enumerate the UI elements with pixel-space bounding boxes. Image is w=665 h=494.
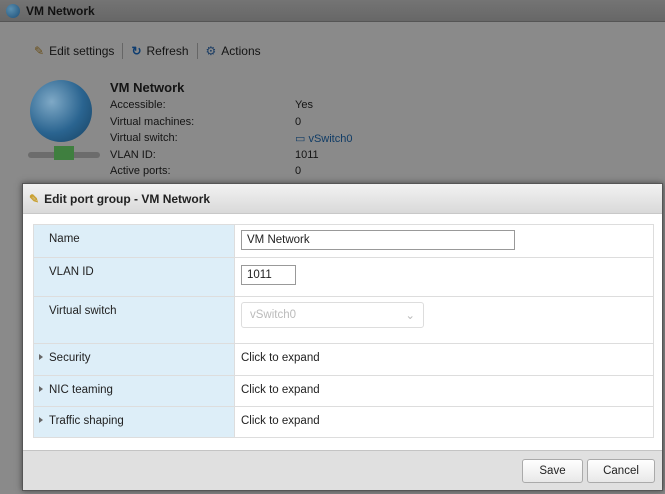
security-row[interactable]: Security Click to expand xyxy=(33,343,654,376)
dialog-header: ✎ Edit port group - VM Network xyxy=(23,184,662,214)
toolbar: ✎ Edit settings ↻ Refresh ⚙ Actions xyxy=(26,43,269,59)
vswitch-row: Virtual switch vSwitch0 ⌄ xyxy=(33,296,654,344)
summary-key: Active ports: xyxy=(110,165,171,178)
name-label: Name xyxy=(33,224,235,258)
summary-row: Virtual machines: 0 xyxy=(110,116,352,133)
summary-row: VLAN ID: 1011 xyxy=(110,149,352,166)
summary-key: Virtual machines: xyxy=(110,115,195,128)
nic-teaming-row[interactable]: NIC teaming Click to expand xyxy=(33,375,654,407)
dialog-title: Edit port group - VM Network xyxy=(44,191,211,206)
name-row: Name VM Network xyxy=(33,224,654,258)
summary-value: 0 xyxy=(295,115,302,128)
network-globe-icon xyxy=(30,80,92,142)
summary-row: Virtual switch: ▭ vSwitch0 xyxy=(110,132,352,149)
summary-key: Virtual switch: xyxy=(110,132,178,145)
save-button[interactable]: Save xyxy=(522,459,583,483)
actions-button[interactable]: ⚙ Actions xyxy=(198,44,269,58)
summary-title: VM Network xyxy=(110,80,185,95)
network-port-icon xyxy=(54,146,74,160)
summary-row: Active ports: 0 xyxy=(110,165,352,182)
section-label: NIC teaming xyxy=(49,384,113,396)
summary-key: VLAN ID: xyxy=(110,148,156,161)
summary-value: 1011 xyxy=(295,148,319,161)
expand-arrow-icon xyxy=(39,417,43,423)
cancel-button[interactable]: Cancel xyxy=(587,459,655,483)
refresh-button[interactable]: ↻ Refresh xyxy=(123,44,196,58)
globe-icon xyxy=(6,3,20,18)
name-input[interactable]: VM Network xyxy=(241,230,515,250)
summary-value: 0 xyxy=(295,165,302,178)
edit-settings-label: Edit settings xyxy=(49,44,115,58)
pencil-icon: ✎ xyxy=(34,44,45,58)
summary-row: Accessible: Yes xyxy=(110,99,352,116)
vlan-label: VLAN ID xyxy=(33,257,235,297)
gear-icon: ⚙ xyxy=(205,44,217,58)
refresh-label: Refresh xyxy=(146,44,189,58)
vswitch-link-label: vSwitch0 xyxy=(308,133,353,146)
chevron-down-icon: ⌄ xyxy=(405,310,415,322)
vlan-input[interactable]: 1011 xyxy=(241,265,296,285)
section-label: Traffic shaping xyxy=(49,415,124,427)
vswitch-select-value: vSwitch0 xyxy=(250,309,297,321)
expand-arrow-icon xyxy=(39,386,43,392)
pencil-icon: ✎ xyxy=(29,191,40,206)
section-label: Security xyxy=(49,352,91,364)
traffic-shaping-row[interactable]: Traffic shaping Click to expand xyxy=(33,406,654,438)
section-expand-link[interactable]: Click to expand xyxy=(234,343,654,376)
edit-port-group-dialog: ✎ Edit port group - VM Network Name VM Net… xyxy=(22,183,663,491)
edit-settings-button[interactable]: ✎ Edit settings xyxy=(26,44,122,58)
summary-panel: VM Network Accessible: Yes Virtual machin… xyxy=(110,80,352,182)
summary-value: Yes xyxy=(295,99,313,111)
vswitch-link[interactable]: ▭ vSwitch0 xyxy=(295,132,352,149)
vswitch-label: Virtual switch xyxy=(33,296,235,344)
vlan-row: VLAN ID 1011 xyxy=(33,257,654,297)
section-expand-link[interactable]: Click to expand xyxy=(234,406,654,438)
settings-table: Name VM Network VLAN ID 1011 Virtual switc… xyxy=(33,224,654,438)
window-title: VM Network xyxy=(26,3,95,18)
vswitch-select[interactable]: vSwitch0 ⌄ xyxy=(241,302,424,328)
window-titlebar: VM Network xyxy=(0,0,665,22)
actions-label: Actions xyxy=(221,44,261,58)
summary-key: Accessible: xyxy=(110,99,166,111)
refresh-icon: ↻ xyxy=(131,44,142,58)
dialog-footer: Save Cancel xyxy=(23,450,662,490)
expand-arrow-icon xyxy=(39,354,43,360)
section-expand-link[interactable]: Click to expand xyxy=(234,375,654,407)
